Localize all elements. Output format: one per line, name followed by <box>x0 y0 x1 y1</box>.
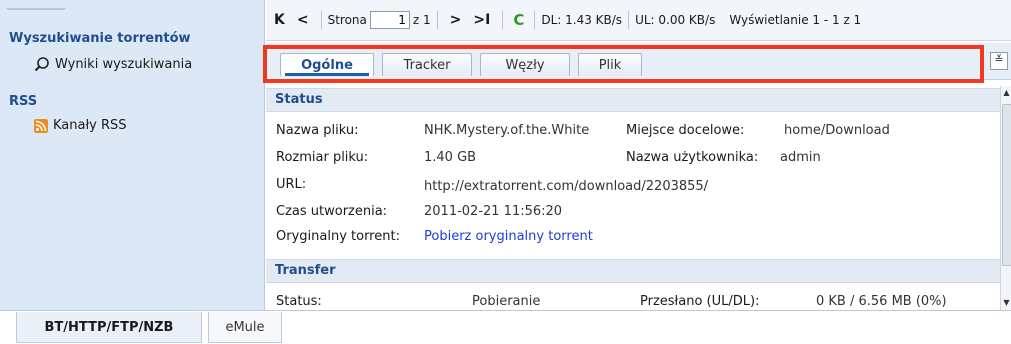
sidebar-top-edge <box>6 0 66 10</box>
sidebar-item-label: Wyniki wyszukiwania <box>55 56 193 72</box>
toolbar-divider <box>534 11 536 29</box>
original-torrent-label: Oryginalny torrent: <box>276 229 400 244</box>
toolbar-divider <box>502 11 504 29</box>
pagination-toolbar: K < Strona z 1 > >I C DL: 1.43 KB/s UL: … <box>266 0 1011 41</box>
destination-label: Miejsce docelowe: <box>626 123 745 138</box>
transfer-status-value: Pobieranie <box>472 294 541 309</box>
rss-icon <box>34 118 48 133</box>
refresh-icon[interactable]: C <box>509 11 528 29</box>
created-time-value: 2011-02-21 11:56:20 <box>424 204 563 219</box>
toolbar-divider <box>628 11 630 29</box>
download-speed: DL: 1.43 KB/s <box>541 13 623 27</box>
page-of-label: z 1 <box>412 13 431 27</box>
scroll-up-icon[interactable]: ▲ <box>1002 88 1011 98</box>
url-value: http://extratorrent.com/download/2203855… <box>424 179 709 194</box>
transfer-section-title: Transfer <box>266 259 1000 283</box>
transfer-status-label: Status: <box>276 294 322 309</box>
file-size-label: Rozmiar pliku: <box>276 150 369 165</box>
username-label: Nazwa użytkownika: <box>626 150 759 165</box>
next-page-button[interactable]: > <box>444 12 468 28</box>
vertical-scrollbar[interactable]: ▲ ▼ <box>1000 86 1011 310</box>
file-name-value: NHK.Mystery.of.the.White <box>424 123 590 138</box>
tab-peers[interactable]: Węzły <box>480 53 570 76</box>
status-section-title: Status <box>266 88 1000 112</box>
sidebar-item-rss-feeds[interactable]: Kanały RSS <box>34 118 127 133</box>
sidebar-heading-search: Wyszukiwanie torrentów <box>9 31 191 46</box>
toolbar-divider <box>320 11 322 29</box>
sidebar: Wyszukiwanie torrentów Wyniki wyszukiwan… <box>0 0 265 310</box>
file-name-label: Nazwa pliku: <box>276 123 359 138</box>
page-label: Strona <box>327 13 367 27</box>
scroll-down-icon[interactable]: ▼ <box>1002 298 1011 308</box>
sidebar-item-label: Kanały RSS <box>53 118 127 133</box>
search-icon <box>34 57 49 72</box>
file-size-value: 1.40 GB <box>424 150 477 165</box>
scroll-thumb[interactable] <box>1002 104 1011 266</box>
transferred-value: 0 KB / 6.56 MB (0%) <box>816 294 947 309</box>
transferred-label: Przesłano (UL/DL): <box>640 294 760 309</box>
tab-general[interactable]: Ogólne <box>280 53 374 76</box>
detail-tab-strip: Ogólne Tracker Węzły Plik <box>266 43 1011 80</box>
upload-speed: UL: 0.00 KB/s <box>635 13 716 27</box>
destination-value: home/Download <box>784 123 890 138</box>
created-time-label: Czas utworzenia: <box>276 204 388 219</box>
prev-page-button[interactable]: < <box>291 12 315 28</box>
last-page-button[interactable]: >I <box>467 12 496 28</box>
url-label: URL: <box>276 177 307 192</box>
sidebar-item-search-results[interactable]: Wyniki wyszukiwania <box>34 56 192 72</box>
page-number-input[interactable] <box>369 11 410 29</box>
username-value: admin <box>780 150 821 165</box>
tab-bt-http-ftp-nzb[interactable]: BT/HTTP/FTP/NZB <box>16 312 202 343</box>
collapse-icon[interactable]: ≚ <box>990 52 1008 70</box>
original-torrent-link[interactable]: Pobierz oryginalny torrent <box>424 229 593 244</box>
sidebar-heading-rss: RSS <box>9 94 38 109</box>
detail-panel: Status Nazwa pliku: NHK.Mystery.of.the.W… <box>266 86 1000 310</box>
bottom-tab-bar: BT/HTTP/FTP/NZB eMule <box>0 310 1011 344</box>
display-range: Wyświetlanie 1 - 1 z 1 <box>729 13 862 27</box>
tab-emule[interactable]: eMule <box>208 312 282 343</box>
tab-tracker[interactable]: Tracker <box>382 53 472 76</box>
toolbar-divider <box>436 11 438 29</box>
first-page-button[interactable]: K <box>266 12 291 28</box>
tab-files[interactable]: Plik <box>578 53 642 76</box>
